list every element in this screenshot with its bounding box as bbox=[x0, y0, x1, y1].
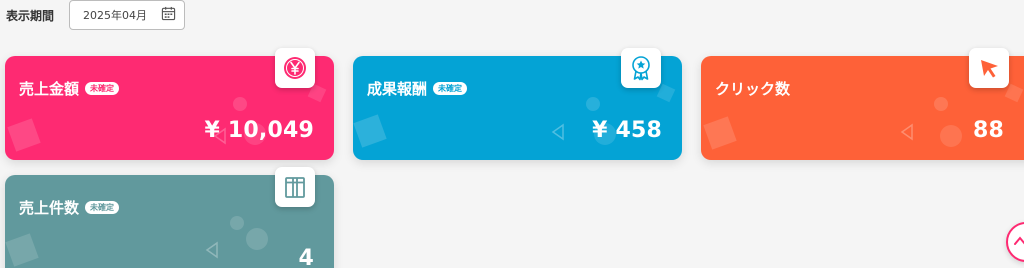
scroll-to-top-button[interactable] bbox=[1006, 222, 1024, 262]
unconfirmed-badge: 未確定 bbox=[85, 81, 120, 96]
card-title: 売上金額 bbox=[19, 80, 80, 98]
unconfirmed-badge: 未確定 bbox=[85, 200, 120, 215]
card-value: ¥ 458 bbox=[592, 118, 662, 143]
calendar-icon bbox=[161, 6, 176, 25]
period-label: 表示期間 bbox=[6, 9, 55, 23]
card-title: 成果報酬 bbox=[367, 80, 428, 98]
box-icon bbox=[275, 167, 315, 207]
card-value: ¥ 10,049 bbox=[204, 118, 314, 143]
unconfirmed-badge: 未確定 bbox=[433, 81, 468, 96]
dashboard: 表示期間 2025年04月 売上金額 未確定 ¥ 10,049 成果報酬 未確定… bbox=[0, 0, 1024, 268]
chevron-up-icon bbox=[1014, 233, 1024, 252]
card-value: 88 bbox=[972, 118, 1004, 143]
card-title: 売上件数 bbox=[19, 199, 80, 217]
card-value: 4 bbox=[298, 246, 314, 268]
period-value: 2025年04月 bbox=[83, 9, 147, 22]
card-title: クリック数 bbox=[715, 80, 791, 98]
period-picker[interactable]: 2025年04月 bbox=[69, 0, 185, 30]
award-ribbon-icon bbox=[621, 48, 661, 88]
cursor-arrow-icon bbox=[969, 48, 1009, 88]
yen-coin-icon bbox=[275, 48, 315, 88]
